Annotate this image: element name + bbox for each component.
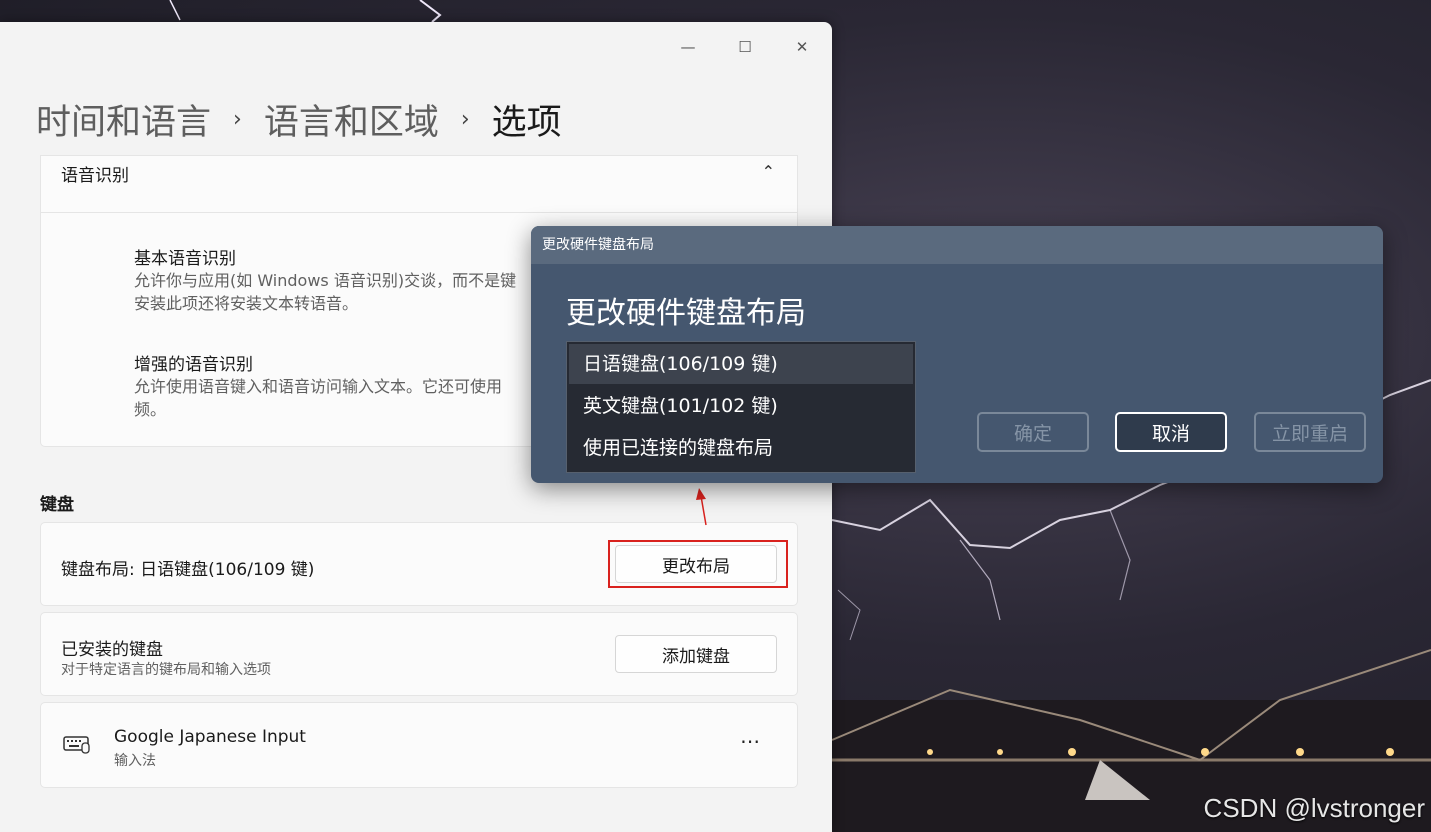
add-keyboard-button[interactable]: 添加键盘 [615, 635, 777, 673]
keyboard-icon [63, 736, 90, 754]
layout-option-english[interactable]: 英文键盘(101/102 键) [569, 386, 913, 426]
layout-option-japanese[interactable]: 日语键盘(106/109 键) [569, 344, 913, 384]
layout-option-connected[interactable]: 使用已连接的键盘布局 [569, 428, 913, 468]
speech-recognition-title: 语音识别 [61, 166, 129, 186]
keyboard-layout-label: 键盘布局: 日语键盘(106/109 键) [61, 560, 315, 580]
keyboard-section-label: 键盘 [40, 495, 74, 515]
enhanced-speech-desc-1: 允许使用语音键入和语音访问输入文本。它还可使用 [134, 377, 503, 396]
layout-dropdown-list[interactable]: 日语键盘(106/109 键) 英文键盘(101/102 键) 使用已连接的键盘… [566, 341, 916, 473]
change-layout-highlight [608, 540, 788, 588]
basic-speech-option: 基本语音识别 允许你与应用(如 Windows 语音识别)交谈，而不是键 安装此… [134, 244, 516, 315]
ok-button[interactable]: 确定 [977, 412, 1089, 452]
basic-speech-desc-2: 安装此项还将安装文本转语音。 [134, 294, 359, 313]
dialog-heading: 更改硬件键盘布局 [566, 296, 806, 331]
installed-keyboards-row: 已安装的键盘 对于特定语言的键布局和输入选项 添加键盘 [40, 612, 798, 696]
enhanced-speech-option: 增强的语音识别 允许使用语音键入和语音访问输入文本。它还可使用 频。 [134, 350, 502, 421]
basic-speech-desc-1: 允许你与应用(如 Windows 语音识别)交谈，而不是键 [134, 271, 517, 290]
cancel-button[interactable]: 取消 [1115, 412, 1227, 452]
ime-title: Google Japanese Input [114, 727, 306, 747]
restart-now-button[interactable]: 立即重启 [1254, 412, 1366, 452]
more-options-icon[interactable]: ⋯ [740, 729, 761, 753]
enhanced-speech-desc-2: 频。 [134, 400, 167, 419]
maximize-button[interactable]: ☐ [725, 32, 765, 62]
dialog-titlebar[interactable]: 更改硬件键盘布局 [531, 226, 1383, 264]
breadcrumb-time-language[interactable]: 时间和语言 [36, 94, 211, 145]
change-keyboard-layout-dialog: 更改硬件键盘布局 更改硬件键盘布局 日语键盘(106/109 键) 英文键盘(1… [531, 226, 1383, 483]
chevron-up-icon[interactable]: ⌃ [762, 162, 775, 181]
chevron-right-icon: › [233, 106, 242, 132]
chevron-right-icon: › [460, 106, 470, 132]
google-japanese-input-row: Google Japanese Input 输入法 ⋯ [40, 702, 798, 788]
installed-keyboards-subtitle: 对于特定语言的键布局和输入选项 [61, 662, 271, 678]
minimize-button[interactable]: — [668, 32, 708, 62]
ime-subtitle: 输入法 [114, 753, 156, 769]
breadcrumb-language-region[interactable]: 语言和区域 [264, 94, 439, 145]
page-title: 选项 [491, 102, 562, 143]
watermark: CSDN @lvstronger [1203, 793, 1425, 823]
speech-recognition-header[interactable]: 语音识别 ⌃ [41, 156, 797, 213]
basic-speech-title: 基本语音识别 [134, 249, 236, 269]
installed-keyboards-title: 已安装的键盘 [61, 640, 163, 660]
breadcrumb: 时间和语言 › 语言和区域 › 选项 [36, 94, 562, 144]
enhanced-speech-title: 增强的语音识别 [134, 355, 253, 375]
close-button[interactable]: ✕ [782, 32, 822, 62]
